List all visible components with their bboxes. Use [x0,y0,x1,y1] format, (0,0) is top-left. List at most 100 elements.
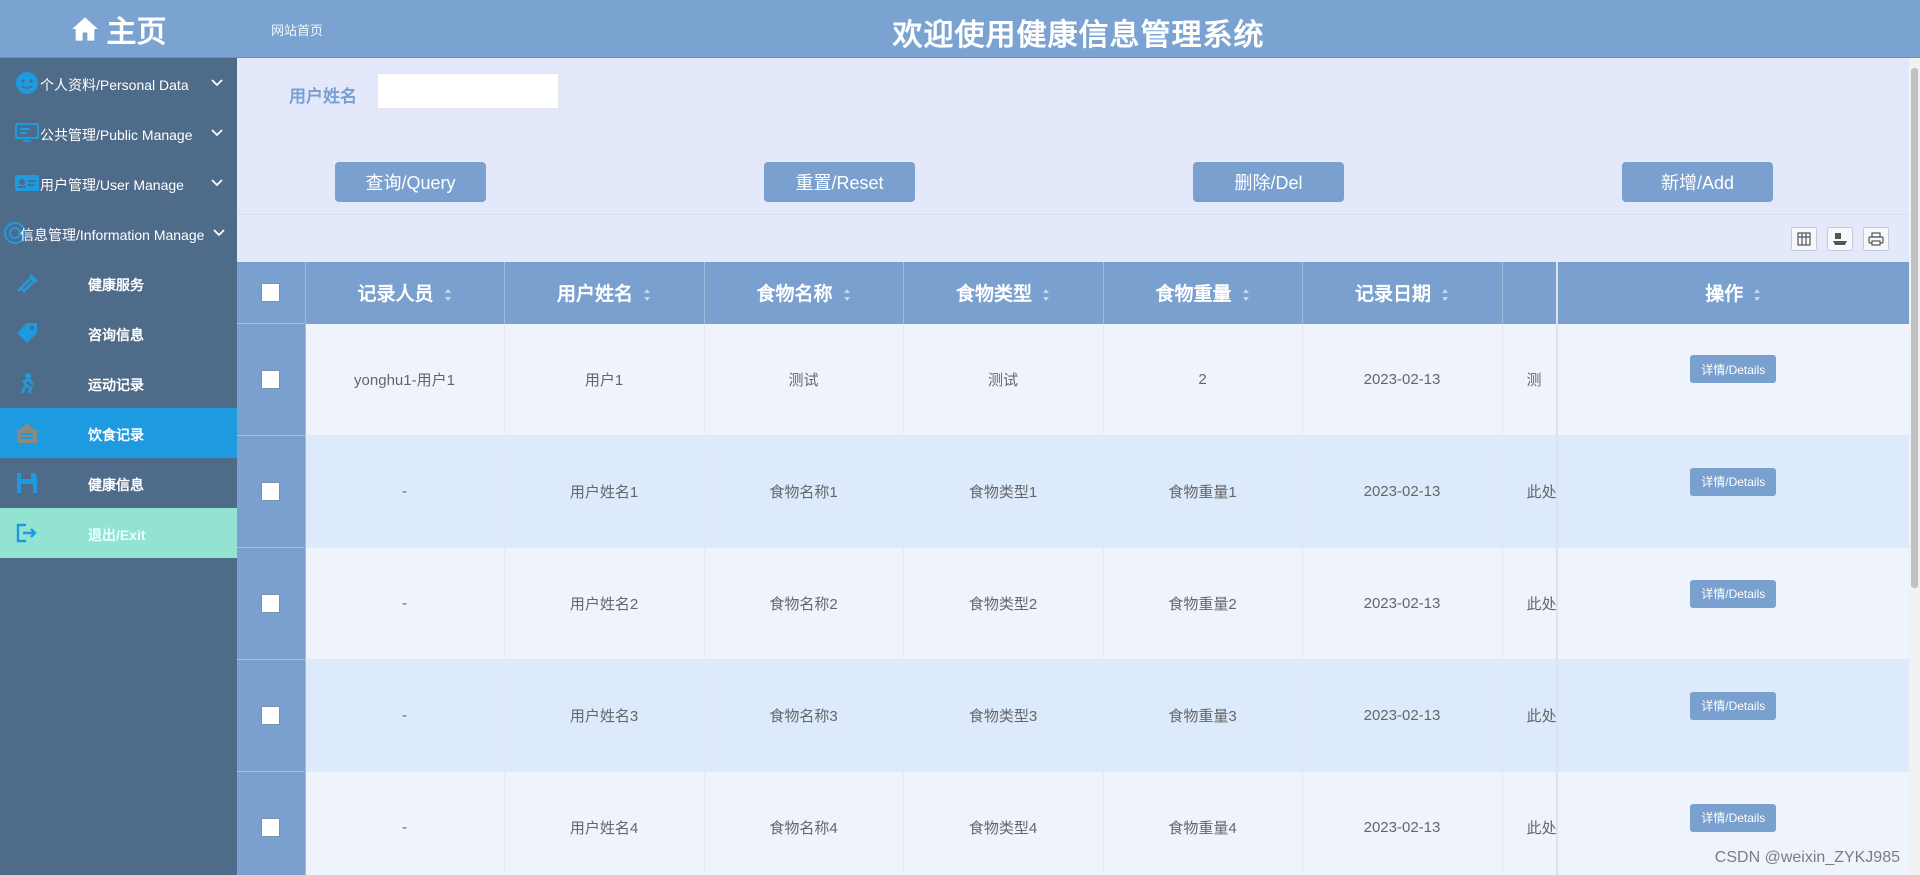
cell-recorder: - [305,771,505,875]
face-icon [16,72,38,94]
row-select-cell [237,323,306,436]
sidebar: 主页 个人资料/Personal Data 公共管理/Public Manage… [0,0,237,875]
cell-username: 用户1 [504,323,705,436]
cell-recorder: yonghu1-用户1 [305,323,505,436]
sidebar-item-exercise-record[interactable]: 运动记录 [0,358,237,408]
sidebar-item-label: 健康信息 [88,477,144,493]
columns-icon [1797,232,1811,246]
add-button[interactable]: 新增/Add [1622,162,1773,202]
cell-partial: 此处 [1502,547,1558,660]
details-button[interactable]: 详情/Details [1690,355,1777,384]
table-row: - 用户姓名1 食物名称1 食物类型1 食物重量1 2023-02-13 此处 … [237,435,1909,548]
sort-icon [1754,289,1761,302]
chevron-down-icon [211,129,223,137]
row-checkbox[interactable] [261,706,281,725]
tag-icon [17,323,37,343]
sidebar-item-consult-info[interactable]: 咨询信息 [0,308,237,358]
username-search-input[interactable] [377,73,559,109]
cell-username: 用户姓名2 [504,547,705,660]
export-button[interactable] [1827,227,1853,251]
cell-username: 用户姓名4 [504,771,705,875]
row-checkbox[interactable] [261,482,281,501]
cell-food-name: 食物名称1 [704,435,904,548]
select-all-cell [237,262,306,324]
cell-operations: 详情/Details [1556,323,1909,436]
column-header-partial[interactable] [1502,262,1558,324]
sort-icon [843,289,850,302]
home-icon [71,16,98,41]
row-checkbox[interactable] [261,370,281,389]
sort-icon [1442,289,1448,302]
cell-food-weight: 2 [1103,323,1303,436]
sidebar-item-label: 健康服务 [88,277,144,293]
column-header[interactable]: 食物名称 [704,262,904,324]
brand-home-link[interactable]: 主页 [0,0,237,58]
details-button[interactable]: 详情/Details [1690,803,1777,832]
sidebar-item-diet-record[interactable]: 饮食记录 [0,408,237,458]
sidebar-item-information-manage[interactable]: 信息管理/Information Manage [0,208,237,258]
details-button[interactable]: 详情/Details [1690,467,1777,496]
cell-food-weight: 食物重量4 [1103,771,1303,875]
cell-food-weight: 食物重量3 [1103,659,1303,772]
sidebar-item-user-manage[interactable]: 用户管理/User Manage [0,158,237,208]
scrollbar-thumb[interactable] [1911,68,1918,588]
notice-board-icon [17,423,37,443]
column-header[interactable]: 用户姓名 [504,262,705,324]
sidebar-item-label: 用户管理/User Manage [40,177,184,193]
chevron-down-icon [213,229,225,237]
sidebar-item-label: 咨询信息 [88,327,144,343]
column-header-operations[interactable]: 操作 [1556,262,1909,324]
watermark: CSDN @weixin_ZYKJ985 [1714,849,1900,866]
sidebar-item-label: 信息管理/Information Manage [20,227,205,243]
column-header[interactable]: 记录人员 [305,262,505,324]
chevron-down-icon [211,179,223,187]
page-scrollbar[interactable] [1909,58,1920,875]
sidebar-item-health-info[interactable]: 健康信息 [0,458,237,508]
details-button[interactable]: 详情/Details [1690,691,1777,720]
top-header: 网站首页 欢迎使用健康信息管理系统 [237,0,1920,58]
cell-food-type: 食物类型2 [903,547,1104,660]
column-header[interactable]: 记录日期 [1302,262,1503,324]
cell-food-type: 食物类型3 [903,659,1104,772]
cell-partial: 此处 [1502,659,1558,772]
sidebar-item-public-manage[interactable]: 公共管理/Public Manage [0,108,237,158]
diet-record-table: 记录人员 用户姓名 食物名称 食物类型 食物重量 记录日期 操作 yonghu1… [237,262,1909,875]
cell-partial: 测 [1502,323,1558,436]
cell-food-weight: 食物重量2 [1103,547,1303,660]
sidebar-item-personal-data[interactable]: 个人资料/Personal Data [0,58,237,108]
columns-toggle-button[interactable] [1791,227,1817,251]
cell-food-type: 食物类型1 [903,435,1104,548]
print-button[interactable] [1863,227,1889,251]
query-button[interactable]: 查询/Query [335,162,486,202]
cell-recorder: - [305,435,505,548]
sidebar-item-label: 运动记录 [88,377,144,393]
cell-record-date: 2023-02-13 [1302,771,1503,875]
sidebar-item-label: 公共管理/Public Manage [40,127,193,143]
cell-food-type: 食物类型4 [903,771,1104,875]
export-icon [1833,233,1847,245]
cell-username: 用户姓名1 [504,435,705,548]
row-checkbox[interactable] [261,594,281,613]
runner-icon [20,373,35,394]
print-icon [1868,232,1884,246]
sidebar-item-label: 饮食记录 [88,427,144,443]
cell-partial: 此处 [1502,435,1558,548]
column-header[interactable]: 食物重量 [1103,262,1303,324]
delete-button[interactable]: 删除/Del [1193,162,1344,202]
details-button[interactable]: 详情/Details [1690,579,1777,608]
row-checkbox[interactable] [261,818,281,837]
cell-food-name: 食物名称2 [704,547,904,660]
search-label: 用户姓名 [289,87,357,106]
column-header[interactable]: 食物类型 [903,262,1104,324]
sidebar-item-label: 个人资料/Personal Data [40,77,189,93]
select-all-checkbox[interactable] [261,282,281,302]
cell-recorder: - [305,547,505,660]
reset-button[interactable]: 重置/Reset [764,162,915,202]
site-title: 欢迎使用健康信息管理系统 [892,19,1265,52]
row-select-cell [237,435,306,548]
cell-operations: 详情/Details [1556,659,1909,772]
cell-food-weight: 食物重量1 [1103,435,1303,548]
sidebar-item-exit[interactable]: 退出/Exit [0,508,237,558]
cell-record-date: 2023-02-13 [1302,659,1503,772]
sidebar-item-health-service[interactable]: 健康服务 [0,258,237,308]
